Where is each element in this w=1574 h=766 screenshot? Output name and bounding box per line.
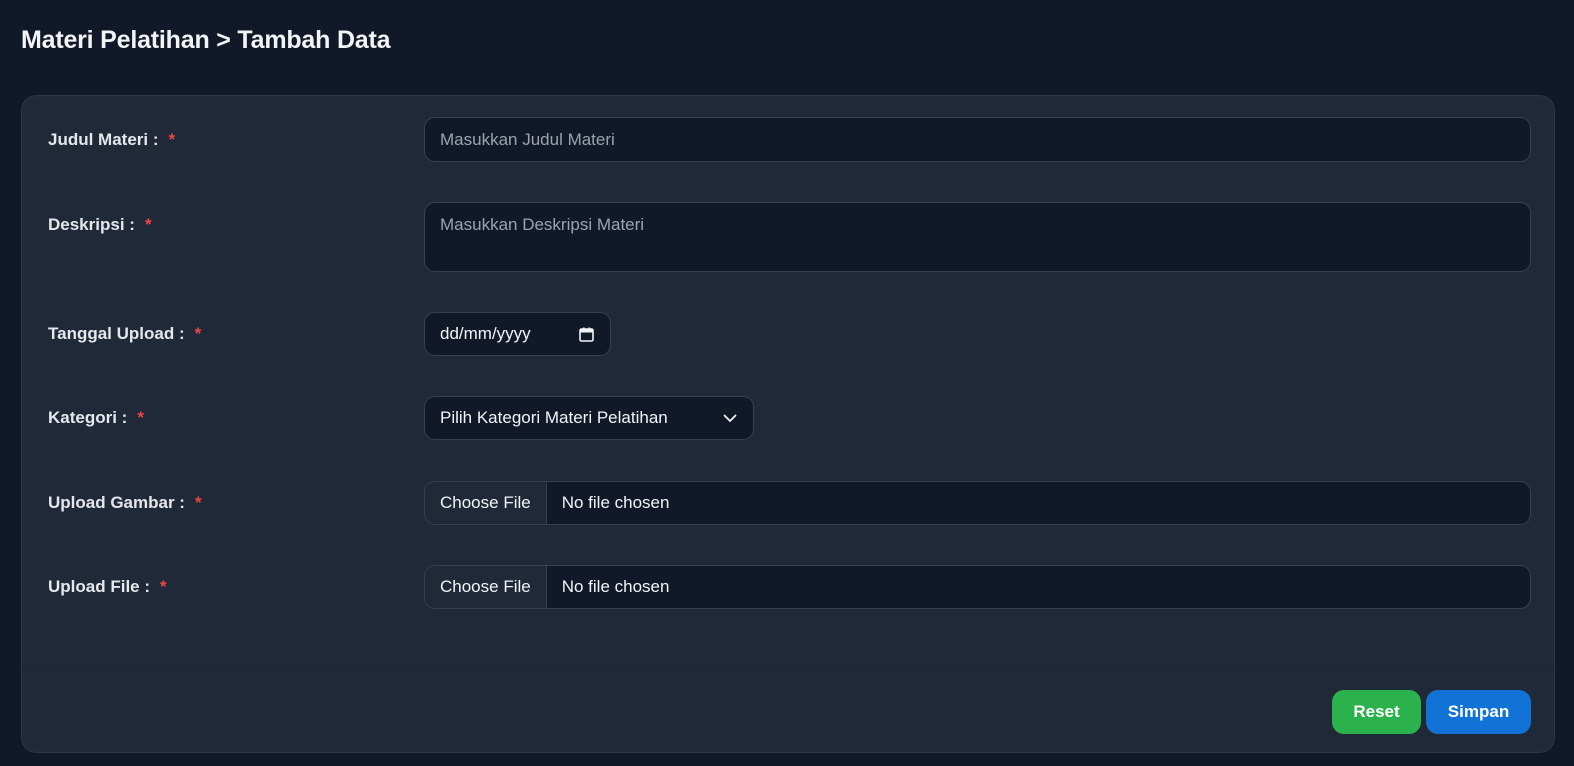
tanggal-value: dd/mm/yyyy	[440, 324, 531, 343]
required-asterisk: *	[160, 577, 167, 596]
kategori-label-text: Kategori :	[48, 408, 128, 427]
gambar-label: Upload Gambar : *	[48, 481, 202, 525]
required-asterisk: *	[137, 408, 144, 427]
file-file-input[interactable]: Choose File No file chosen	[424, 565, 1531, 609]
kategori-label: Kategori : *	[48, 396, 144, 440]
required-asterisk: *	[194, 493, 202, 512]
required-asterisk: *	[144, 214, 152, 234]
page-title: Materi Pelatihan > Tambah Data	[21, 26, 391, 54]
footer-divider	[22, 668, 1554, 669]
kategori-row: Kategori : * Pilih Kategori Materi Pelat…	[22, 396, 1554, 440]
gambar-file-input[interactable]: Choose File No file chosen	[424, 481, 1531, 525]
judul-label-text: Judul Materi :	[48, 129, 159, 149]
file-file-status: No file chosen	[561, 577, 670, 596]
tanggal-date-input[interactable]: dd/mm/yyyy	[424, 312, 611, 356]
file-label-text: Upload File :	[48, 577, 150, 596]
deskripsi-placeholder: Masukkan Deskripsi Materi	[440, 215, 645, 234]
chevron-down-icon	[723, 414, 737, 423]
deskripsi-row: Deskripsi : * Masukkan Deskripsi Materi	[22, 202, 1554, 272]
judul-placeholder: Masukkan Judul Materi	[440, 129, 615, 149]
required-asterisk: *	[168, 129, 176, 149]
kategori-select[interactable]: Pilih Kategori Materi Pelatihan	[424, 396, 754, 440]
file-choose-file-button[interactable]: Choose File	[425, 566, 547, 608]
save-button[interactable]: Simpan	[1426, 690, 1531, 734]
required-asterisk: *	[194, 324, 202, 343]
file-row: Upload File : * Choose File No file chos…	[22, 565, 1554, 609]
gambar-choose-file-button[interactable]: Choose File	[425, 482, 547, 524]
file-label: Upload File : *	[48, 565, 167, 609]
tanggal-row: Tanggal Upload : * dd/mm/yyyy	[22, 312, 1554, 356]
judul-input[interactable]: Masukkan Judul Materi	[424, 117, 1531, 162]
reset-button[interactable]: Reset	[1332, 690, 1421, 734]
deskripsi-textarea[interactable]: Masukkan Deskripsi Materi	[424, 202, 1531, 272]
deskripsi-label: Deskripsi : *	[48, 202, 152, 247]
deskripsi-label-text: Deskripsi :	[48, 214, 135, 234]
gambar-label-text: Upload Gambar :	[48, 493, 185, 512]
gambar-file-status: No file chosen	[561, 493, 670, 512]
gambar-row: Upload Gambar : * Choose File No file ch…	[22, 481, 1554, 525]
kategori-selected: Pilih Kategori Materi Pelatihan	[440, 408, 668, 427]
tanggal-label-text: Tanggal Upload :	[48, 324, 185, 343]
tanggal-label: Tanggal Upload : *	[48, 312, 201, 356]
form-card: Judul Materi : * Masukkan Judul Materi D…	[21, 95, 1555, 753]
calendar-icon[interactable]	[579, 327, 594, 342]
judul-row: Judul Materi : * Masukkan Judul Materi	[22, 117, 1554, 162]
judul-label: Judul Materi : *	[48, 117, 175, 162]
